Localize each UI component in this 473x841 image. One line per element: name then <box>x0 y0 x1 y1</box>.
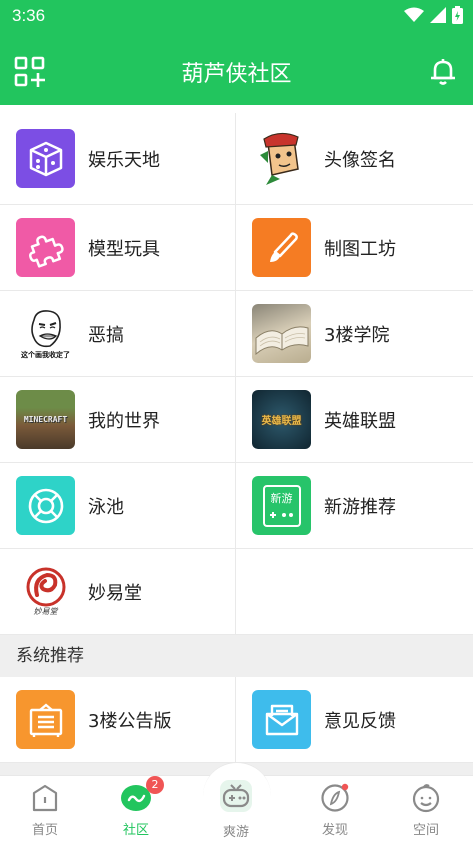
category-label: 恶搞 <box>88 324 124 346</box>
category-label: 泳池 <box>88 496 124 518</box>
category-item-pool[interactable]: 泳池 <box>0 463 236 549</box>
meme-caption: 这个画我收定了 <box>21 350 70 359</box>
category-label: 3楼学院 <box>324 324 390 346</box>
nav-label: 空间 <box>412 823 439 838</box>
dice-icon <box>16 129 75 188</box>
notification-badge: 2 <box>146 776 164 794</box>
lifebuoy-icon <box>16 476 75 535</box>
category-item-3f-academy[interactable]: 3楼学院 <box>236 291 473 377</box>
nav-community[interactable]: 2 社区 <box>101 776 171 838</box>
minecraft-caption: MINECRAFT <box>23 415 68 424</box>
nav-home[interactable]: 首页 <box>10 782 80 838</box>
bottom-nav: 首页 2 社区 爽游 发现 空间 <box>0 762 473 841</box>
notification-button[interactable] <box>427 56 459 88</box>
community-content[interactable]: 娱乐天地 头像签名 模型玩具 制图工坊 这个画我收定了 恶搞 3楼学院 MINE… <box>0 105 473 775</box>
category-label: 英雄联盟 <box>324 410 396 432</box>
profile-face-icon <box>412 784 440 813</box>
miaoyitang-caption: 妙易堂 <box>33 606 58 616</box>
system-section-title: 系统推荐 <box>0 635 473 677</box>
nav-label: 发现 <box>321 823 348 838</box>
nav-label: 爽游 <box>222 825 249 840</box>
system-recommend-grid: 3楼公告版 意见反馈 <box>0 677 473 763</box>
category-item-miaoyitang[interactable]: 妙易堂 妙易堂 <box>0 549 236 635</box>
status-bar: 3:36 <box>0 0 473 32</box>
category-label: 娱乐天地 <box>88 149 160 171</box>
compass-icon <box>321 783 349 812</box>
system-item-label: 意见反馈 <box>324 710 396 732</box>
category-item-model-toys[interactable]: 模型玩具 <box>0 205 236 291</box>
nav-label: 首页 <box>31 823 58 838</box>
nav-space[interactable]: 空间 <box>391 782 461 838</box>
brush-icon <box>252 218 311 277</box>
system-item-label: 3楼公告版 <box>88 710 172 732</box>
category-label: 新游推荐 <box>324 496 396 518</box>
category-item-spoof[interactable]: 这个画我收定了 恶搞 <box>0 291 236 377</box>
nav-discover[interactable]: 发现 <box>300 782 370 838</box>
status-time: 3:36 <box>12 6 46 25</box>
home-icon <box>32 784 58 812</box>
category-label: 我的世界 <box>88 410 160 432</box>
category-item-minecraft[interactable]: MINECRAFT 我的世界 <box>0 377 236 463</box>
new-game-caption: 新游 <box>270 491 293 505</box>
gamepad-icon <box>220 780 252 812</box>
nav-label: 社区 <box>122 823 149 838</box>
system-item-notice-board[interactable]: 3楼公告版 <box>0 677 236 763</box>
system-item-feedback[interactable]: 意见反馈 <box>236 677 473 763</box>
cell-signal-icon <box>430 7 446 23</box>
category-label: 头像签名 <box>324 149 396 171</box>
category-item-avatar-signature[interactable]: 头像签名 <box>236 113 473 205</box>
bell-icon <box>431 59 455 85</box>
category-label: 妙易堂 <box>88 582 142 604</box>
category-item-drawing-workshop[interactable]: 制图工坊 <box>236 205 473 291</box>
mail-icon <box>252 690 311 749</box>
category-item-lol[interactable]: 英雄联盟 英雄联盟 <box>236 377 473 463</box>
category-grid: 娱乐天地 头像签名 模型玩具 制图工坊 这个画我收定了 恶搞 3楼学院 MINE… <box>0 113 473 635</box>
lol-caption: 英雄联盟 <box>261 416 302 427</box>
new-game-icon: 新游 <box>252 476 311 535</box>
category-item-new-games[interactable]: 新游 新游推荐 <box>236 463 473 549</box>
minecraft-logo-icon: MINECRAFT <box>16 390 75 449</box>
empty-cell <box>236 549 473 635</box>
cartoon-avatar-icon <box>252 129 311 188</box>
notice-board-icon <box>16 690 75 749</box>
category-label: 模型玩具 <box>88 238 160 260</box>
nav-games[interactable]: 爽游 <box>201 778 271 840</box>
puzzle-icon <box>16 218 75 277</box>
category-label: 制图工坊 <box>324 238 396 260</box>
meme-face-icon: 这个画我收定了 <box>16 304 75 363</box>
lol-logo-icon: 英雄联盟 <box>252 390 311 449</box>
app-header: 葫芦侠社区 <box>0 32 473 105</box>
open-book-icon <box>252 304 311 363</box>
battery-icon <box>452 6 463 24</box>
miaoyitang-logo-icon: 妙易堂 <box>16 562 75 621</box>
page-title: 葫芦侠社区 <box>181 62 292 87</box>
wifi-icon <box>404 7 424 22</box>
category-item-entertainment[interactable]: 娱乐天地 <box>0 113 236 205</box>
